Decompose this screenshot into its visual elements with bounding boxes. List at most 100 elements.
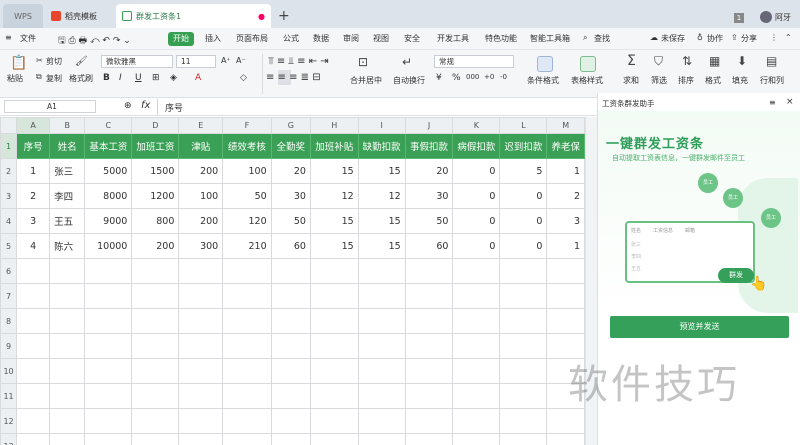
empty-cell[interactable]	[546, 408, 585, 434]
menu-formula[interactable]: 公式	[283, 33, 299, 44]
data-cell[interactable]: 8000	[84, 183, 133, 209]
empty-cell[interactable]	[309, 383, 359, 409]
empty-cell[interactable]	[222, 433, 272, 445]
row-header[interactable]: 6	[0, 258, 18, 284]
header-cell[interactable]: 基本工资	[84, 133, 133, 159]
table-style-button[interactable]: 表格样式	[571, 75, 603, 86]
data-cell[interactable]: 20	[270, 158, 311, 184]
sum-button[interactable]: 求和	[623, 75, 639, 86]
currency-icon[interactable]: ¥	[436, 73, 442, 83]
empty-cell[interactable]	[452, 433, 501, 445]
empty-cell[interactable]	[270, 408, 311, 434]
bold-button[interactable]: B	[103, 73, 110, 83]
row-header[interactable]: 2	[0, 158, 18, 184]
header-cell[interactable]: 全勤奖	[270, 133, 311, 159]
empty-cell[interactable]	[49, 308, 86, 334]
empty-cell[interactable]	[404, 333, 454, 359]
column-header[interactable]: L	[499, 117, 548, 134]
header-cell[interactable]: 病假扣款	[452, 133, 501, 159]
merge-center-button[interactable]: 合并居中	[350, 75, 382, 86]
empty-cell[interactable]	[84, 408, 133, 434]
thousands-button[interactable]: 000	[466, 73, 479, 81]
header-cell[interactable]: 迟到扣款	[499, 133, 548, 159]
column-header[interactable]: A	[16, 117, 51, 134]
empty-cell[interactable]	[131, 258, 180, 284]
empty-cell[interactable]	[131, 283, 180, 309]
data-cell[interactable]: 300	[178, 233, 224, 259]
empty-cell[interactable]	[270, 308, 311, 334]
empty-cell[interactable]	[499, 333, 548, 359]
empty-cell[interactable]	[357, 358, 406, 384]
merge-icon[interactable]: ⊡	[358, 55, 368, 69]
empty-cell[interactable]	[84, 333, 133, 359]
empty-cell[interactable]	[357, 333, 406, 359]
menu-review[interactable]: 审阅	[343, 33, 359, 44]
row-header[interactable]: 11	[0, 383, 18, 409]
empty-cell[interactable]	[131, 308, 180, 334]
menu-developer[interactable]: 开发工具	[437, 33, 469, 44]
header-cell[interactable]: 事假扣款	[404, 133, 454, 159]
empty-cell[interactable]	[499, 358, 548, 384]
panel-menu-icon[interactable]: ≡	[769, 98, 776, 107]
fill-color-icon[interactable]: ◈	[170, 73, 177, 83]
data-cell[interactable]: 15	[357, 208, 406, 234]
data-cell[interactable]: 3	[16, 208, 51, 234]
italic-button[interactable]: I	[119, 73, 122, 83]
empty-cell[interactable]	[16, 283, 51, 309]
empty-cell[interactable]	[178, 308, 224, 334]
empty-cell[interactable]	[357, 283, 406, 309]
paste-button[interactable]: 粘贴	[7, 73, 23, 84]
empty-cell[interactable]	[546, 258, 585, 284]
empty-cell[interactable]	[270, 258, 311, 284]
empty-cell[interactable]	[222, 358, 272, 384]
copy-icon[interactable]: ⧉	[36, 72, 42, 82]
empty-cell[interactable]	[16, 333, 51, 359]
data-cell[interactable]: 800	[131, 208, 180, 234]
menu-security[interactable]: 安全	[404, 33, 420, 44]
empty-cell[interactable]	[178, 358, 224, 384]
empty-cell[interactable]	[84, 433, 133, 445]
wrap-icon[interactable]: ↵	[402, 55, 412, 69]
data-cell[interactable]: 100	[222, 158, 272, 184]
header-cell[interactable]: 缺勤扣款	[357, 133, 406, 159]
name-box[interactable]: A1	[4, 100, 96, 113]
column-header[interactable]: F	[222, 117, 272, 134]
zoom-icon[interactable]: ⊕	[124, 101, 132, 111]
scissors-icon[interactable]: ✂	[36, 56, 43, 65]
data-cell[interactable]: 0	[499, 233, 548, 259]
empty-cell[interactable]	[404, 433, 454, 445]
font-color-button[interactable]: A	[195, 73, 201, 83]
hamburger-icon[interactable]: ≡	[5, 33, 12, 42]
empty-cell[interactable]	[309, 258, 359, 284]
header-cell[interactable]: 绩效考核	[222, 133, 272, 159]
percent-button[interactable]: %	[452, 73, 461, 83]
data-cell[interactable]: 0	[452, 208, 501, 234]
formula-input[interactable]: 序号	[165, 101, 183, 114]
tab-close-dot-icon[interactable]: ●	[258, 12, 265, 21]
data-cell[interactable]: 120	[222, 208, 272, 234]
data-cell[interactable]: 0	[452, 158, 501, 184]
avatar[interactable]	[760, 11, 772, 23]
empty-cell[interactable]	[49, 333, 86, 359]
empty-cell[interactable]	[178, 333, 224, 359]
row-header[interactable]: 1	[0, 133, 18, 159]
data-cell[interactable]: 20	[404, 158, 454, 184]
empty-cell[interactable]	[49, 408, 86, 434]
header-cell[interactable]: 加班工资	[131, 133, 180, 159]
select-all-corner[interactable]	[0, 117, 18, 134]
cut-button[interactable]: 剪切	[46, 56, 62, 67]
table-style-icon[interactable]	[580, 56, 596, 72]
empty-cell[interactable]	[84, 283, 133, 309]
empty-cell[interactable]	[499, 283, 548, 309]
data-cell[interactable]: 15	[309, 208, 359, 234]
empty-cell[interactable]	[404, 408, 454, 434]
data-cell[interactable]: 15	[357, 233, 406, 259]
quick-access-icons[interactable]: 🖫 ⎙ 🖶 ⤺ ↶ ↷ ⌄	[58, 33, 131, 49]
data-cell[interactable]: 0	[499, 183, 548, 209]
header-cell[interactable]: 加班补贴	[309, 133, 359, 159]
format-button[interactable]: 格式	[705, 75, 721, 86]
brush-icon[interactable]: 🖌	[75, 56, 88, 67]
empty-cell[interactable]	[222, 258, 272, 284]
align-icons[interactable]: ≡ ≡ ≡ ≣ ⊟	[266, 72, 321, 83]
empty-cell[interactable]	[499, 408, 548, 434]
